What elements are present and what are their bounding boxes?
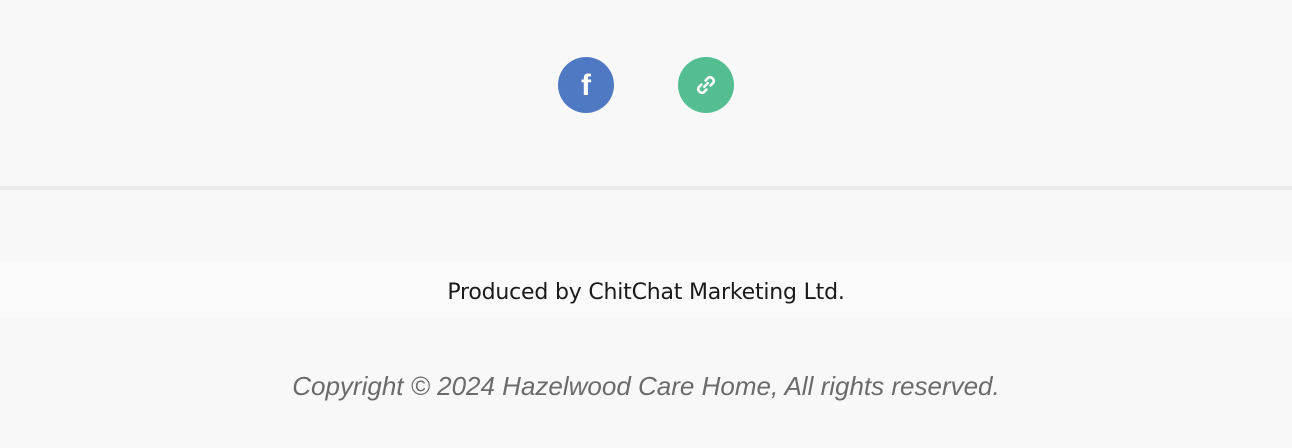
footer-divider (0, 186, 1292, 190)
copyright-text: Copyright © 2024 Hazelwood Care Home, Al… (292, 371, 1000, 401)
facebook-icon: f (581, 70, 592, 100)
svg-text:f: f (581, 70, 592, 100)
email-footer: f Produced by ChitChat Marketing Ltd. Co… (0, 0, 1292, 448)
social-links: f (0, 57, 1292, 113)
produced-by-text: Produced by ChitChat Marketing Ltd. (447, 280, 845, 305)
facebook-button[interactable]: f (558, 57, 614, 113)
link-icon (697, 76, 715, 94)
link-button[interactable] (678, 57, 734, 113)
